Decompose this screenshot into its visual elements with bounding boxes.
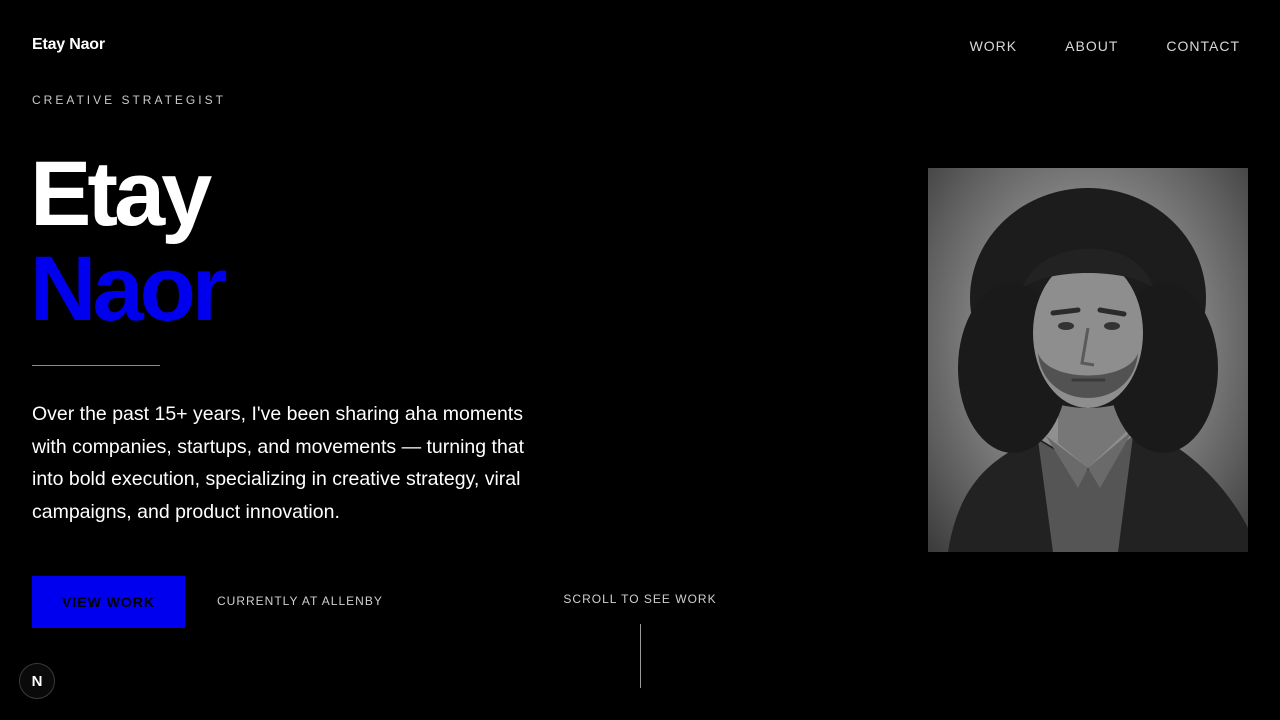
- nav-about[interactable]: ABOUT: [1065, 38, 1118, 54]
- portrait-photo: [928, 168, 1248, 552]
- nav-work[interactable]: WORK: [970, 38, 1018, 54]
- main-nav: WORK ABOUT CONTACT: [970, 38, 1240, 54]
- hero-bio: Over the past 15+ years, I've been shari…: [32, 403, 525, 523]
- brand-logo[interactable]: Etay Naor: [32, 36, 105, 54]
- hero-eyebrow: CREATIVE STRATEGIST: [32, 93, 226, 107]
- hero-first-name: Etay: [30, 143, 212, 245]
- nextjs-badge-icon[interactable]: N: [19, 663, 55, 699]
- page: Etay Naor WORK ABOUT CONTACT CREATIVE ST…: [0, 0, 1280, 720]
- scroll-hint: SCROLL TO SEE WORK: [563, 592, 717, 606]
- view-work-button[interactable]: VIEW WORK: [32, 576, 185, 628]
- hero-last-name: Naor: [30, 238, 228, 340]
- current-role: CURRENTLY AT ALLENBY: [217, 594, 383, 608]
- divider: [32, 365, 160, 366]
- nav-contact[interactable]: CONTACT: [1166, 38, 1240, 54]
- scroll-indicator-line: [640, 624, 641, 688]
